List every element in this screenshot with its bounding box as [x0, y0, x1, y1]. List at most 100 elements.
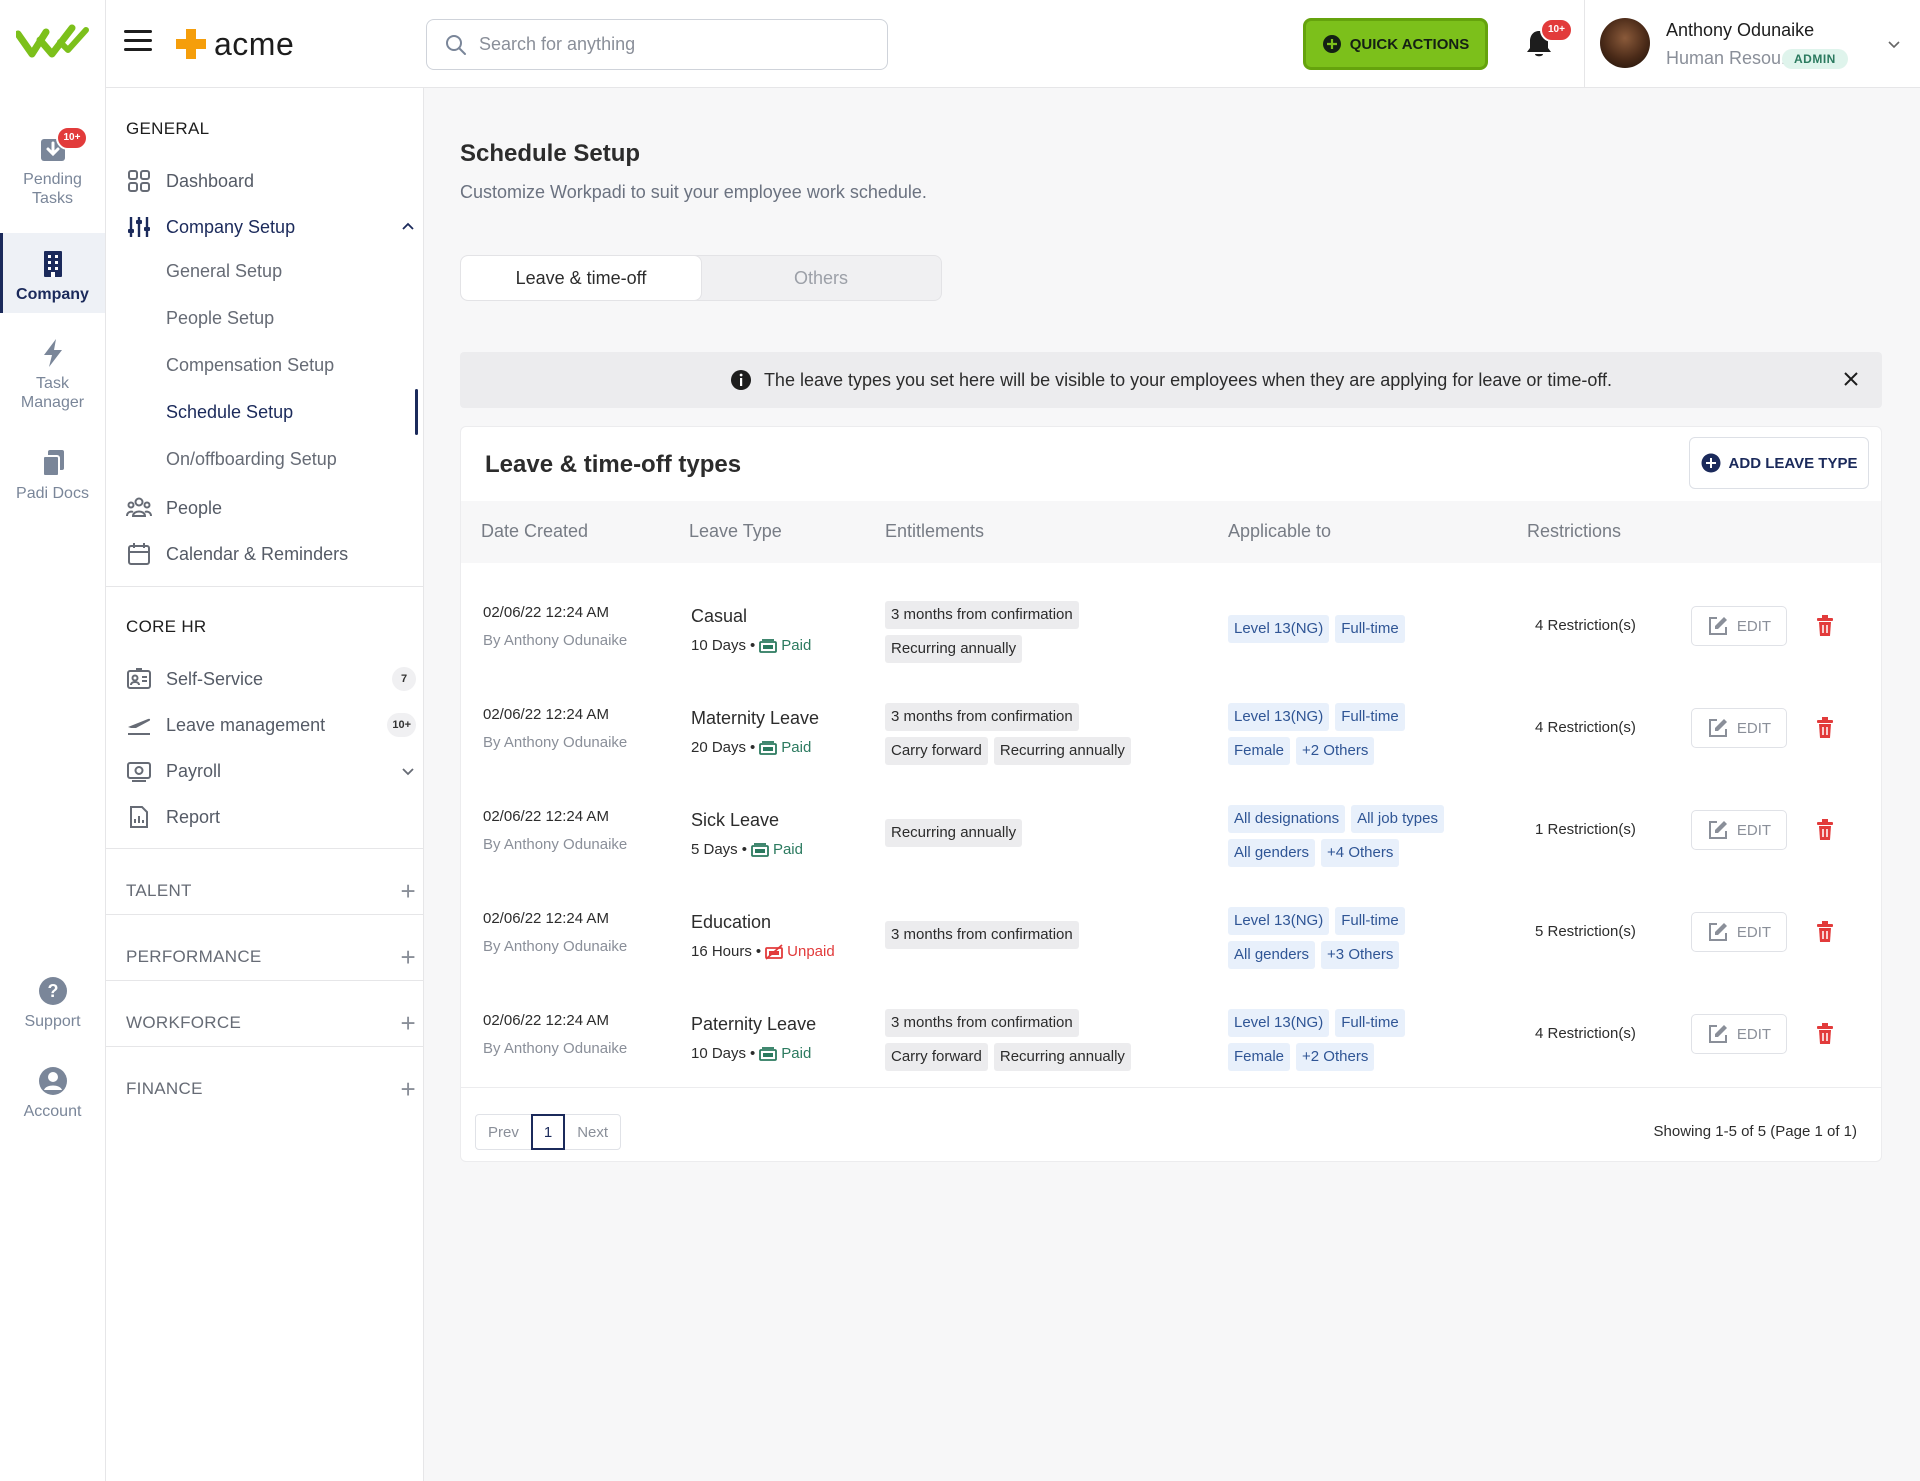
- rail-company[interactable]: Company: [0, 233, 105, 313]
- search-input[interactable]: [479, 34, 859, 55]
- sidebar-item-self-service[interactable]: Self-Service 7: [126, 662, 416, 696]
- leave-types-card: Leave & time-off types ADD LEAVE TYPE Da…: [460, 426, 1882, 1162]
- delete-button[interactable]: [1811, 611, 1839, 641]
- rail-label: Manager: [20, 394, 85, 411]
- delete-button[interactable]: [1811, 1019, 1839, 1049]
- workpadi-logo[interactable]: [16, 20, 90, 64]
- menu-icon[interactable]: [124, 30, 152, 56]
- rail-support[interactable]: ? Support: [0, 976, 105, 1031]
- leave-duration: 10 Days: [691, 1045, 747, 1062]
- entitlements: 3 months from confirmation Recurring ann…: [885, 601, 1185, 663]
- prev-page-button[interactable]: Prev: [476, 1115, 531, 1149]
- restrictions-count: 1 Restriction(s): [1535, 821, 1636, 838]
- applicable-chip: Level 13(NG): [1228, 907, 1330, 935]
- sidebar-item-leave-management[interactable]: Leave management 10+: [126, 708, 416, 742]
- applicable-to: Level 13(NG) Full-time: [1228, 615, 1488, 643]
- edit-button[interactable]: EDIT: [1691, 1014, 1787, 1054]
- sidebar-item-dashboard[interactable]: Dashboard: [126, 164, 416, 198]
- chevron-up-icon: [402, 222, 414, 230]
- report-icon: [126, 804, 152, 830]
- sidebar-item-general-setup[interactable]: General Setup: [166, 254, 416, 288]
- leave-name: Casual: [691, 606, 748, 626]
- pending-tasks-badge: 10+: [55, 126, 89, 150]
- company-brand[interactable]: acme: [174, 24, 294, 64]
- add-leave-type-button[interactable]: ADD LEAVE TYPE: [1689, 437, 1869, 489]
- edit-label: EDIT: [1736, 1025, 1772, 1043]
- entitlements: 3 months from confirmation Carry forward…: [885, 1009, 1185, 1071]
- rail-account[interactable]: Account: [0, 1066, 105, 1121]
- rail-padi-docs[interactable]: Padi Docs: [0, 448, 105, 503]
- edit-button[interactable]: EDIT: [1691, 912, 1787, 952]
- delete-button[interactable]: [1811, 917, 1839, 947]
- applicable-chip: Female: [1228, 1043, 1291, 1071]
- rail-label: Company: [16, 286, 89, 303]
- section-label: PERFORMANCE: [126, 947, 262, 966]
- rail-task-manager[interactable]: Task Manager: [0, 338, 105, 412]
- count-badge: 10+: [387, 713, 416, 737]
- divider: [106, 980, 424, 981]
- help-icon: ?: [38, 976, 68, 1006]
- created-by: By Anthony Odunaike: [483, 734, 628, 751]
- applicable-chip: Full-time: [1335, 1009, 1405, 1037]
- plus-icon: +: [400, 942, 416, 972]
- sidebar-item-payroll[interactable]: Payroll: [126, 754, 416, 788]
- rail-label: Account: [23, 1103, 82, 1120]
- section-workforce[interactable]: WORKFORCE +: [126, 1008, 416, 1038]
- entitlement-chip: 3 months from confirmation: [885, 921, 1079, 949]
- sidebar-label: Calendar & Reminders: [166, 543, 349, 564]
- calendar-icon: [126, 541, 152, 567]
- trash-icon: [1817, 717, 1833, 738]
- page-1-button[interactable]: 1: [530, 1114, 566, 1150]
- delete-button[interactable]: [1811, 815, 1839, 845]
- notifications-button[interactable]: 10+: [1524, 18, 1573, 62]
- edit-button[interactable]: EDIT: [1691, 708, 1787, 748]
- edit-button[interactable]: EDIT: [1691, 606, 1787, 646]
- date-created: 02/06/22 12:24 AM: [483, 808, 609, 825]
- rail-label: Support: [24, 1013, 81, 1030]
- payroll-icon: [126, 758, 152, 784]
- sidebar-item-report[interactable]: Report: [126, 800, 416, 834]
- trash-icon: [1817, 615, 1833, 636]
- edit-icon: [1708, 923, 1727, 941]
- sidebar-item-schedule-setup[interactable]: Schedule Setup: [166, 389, 418, 435]
- sidebar-item-people[interactable]: People: [126, 491, 416, 525]
- leave-duration: 10 Days: [691, 637, 747, 654]
- next-page-button[interactable]: Next: [565, 1115, 620, 1149]
- section-label: WORKFORCE: [126, 1013, 242, 1032]
- entitlement-chip: Recurring annually: [993, 737, 1131, 765]
- building-icon: [38, 249, 68, 279]
- search-bar[interactable]: [426, 19, 888, 70]
- section-title-core-hr: CORE HR: [126, 617, 207, 636]
- divider: [106, 914, 424, 915]
- pagination: Prev 1 Next: [475, 1114, 622, 1150]
- section-finance[interactable]: FINANCE +: [126, 1074, 416, 1104]
- edit-button[interactable]: EDIT: [1691, 810, 1787, 850]
- section-performance[interactable]: PERFORMANCE +: [126, 942, 416, 972]
- delete-button[interactable]: [1811, 713, 1839, 743]
- sidebar: GENERAL Dashboard Company Setup General …: [106, 88, 424, 1481]
- search-icon: [446, 34, 466, 55]
- restrictions-count: 5 Restriction(s): [1535, 923, 1636, 940]
- sidebar-item-onoffboarding-setup[interactable]: On/offboarding Setup: [166, 442, 416, 476]
- column-header: Entitlements: [885, 521, 985, 541]
- tab-others[interactable]: Others: [701, 256, 941, 300]
- sidebar-item-company-setup[interactable]: Company Setup: [126, 210, 416, 244]
- quick-actions-button[interactable]: QUICK ACTIONS: [1303, 18, 1488, 70]
- table-row: 02/06/22 12:24 AM By Anthony Odunaike Sic…: [461, 779, 1881, 881]
- user-menu[interactable]: Anthony Odunaike Human Resou... ADMIN: [1594, 14, 1914, 74]
- edit-icon: [1708, 1025, 1727, 1043]
- date-cell: 02/06/22 12:24 AM By Anthony Odunaike: [483, 905, 627, 961]
- section-talent[interactable]: TALENT +: [126, 876, 416, 906]
- divider: [461, 1087, 1881, 1088]
- sidebar-item-compensation-setup[interactable]: Compensation Setup: [166, 348, 416, 382]
- plus-icon: +: [400, 876, 416, 906]
- sidebar-item-calendar[interactable]: Calendar & Reminders: [126, 537, 416, 571]
- created-by: By Anthony Odunaike: [483, 938, 628, 955]
- leave-type-cell: Paternity Leave 10 Days • Paid: [691, 1009, 816, 1069]
- sidebar-item-people-setup[interactable]: People Setup: [166, 301, 416, 335]
- rail-pending-tasks[interactable]: 10+ Pending Tasks: [0, 126, 105, 208]
- tab-leave-time-off[interactable]: Leave & time-off: [461, 256, 701, 300]
- close-icon[interactable]: [1840, 368, 1862, 390]
- date-created: 02/06/22 12:24 AM: [483, 1012, 609, 1029]
- money-icon: [759, 741, 778, 755]
